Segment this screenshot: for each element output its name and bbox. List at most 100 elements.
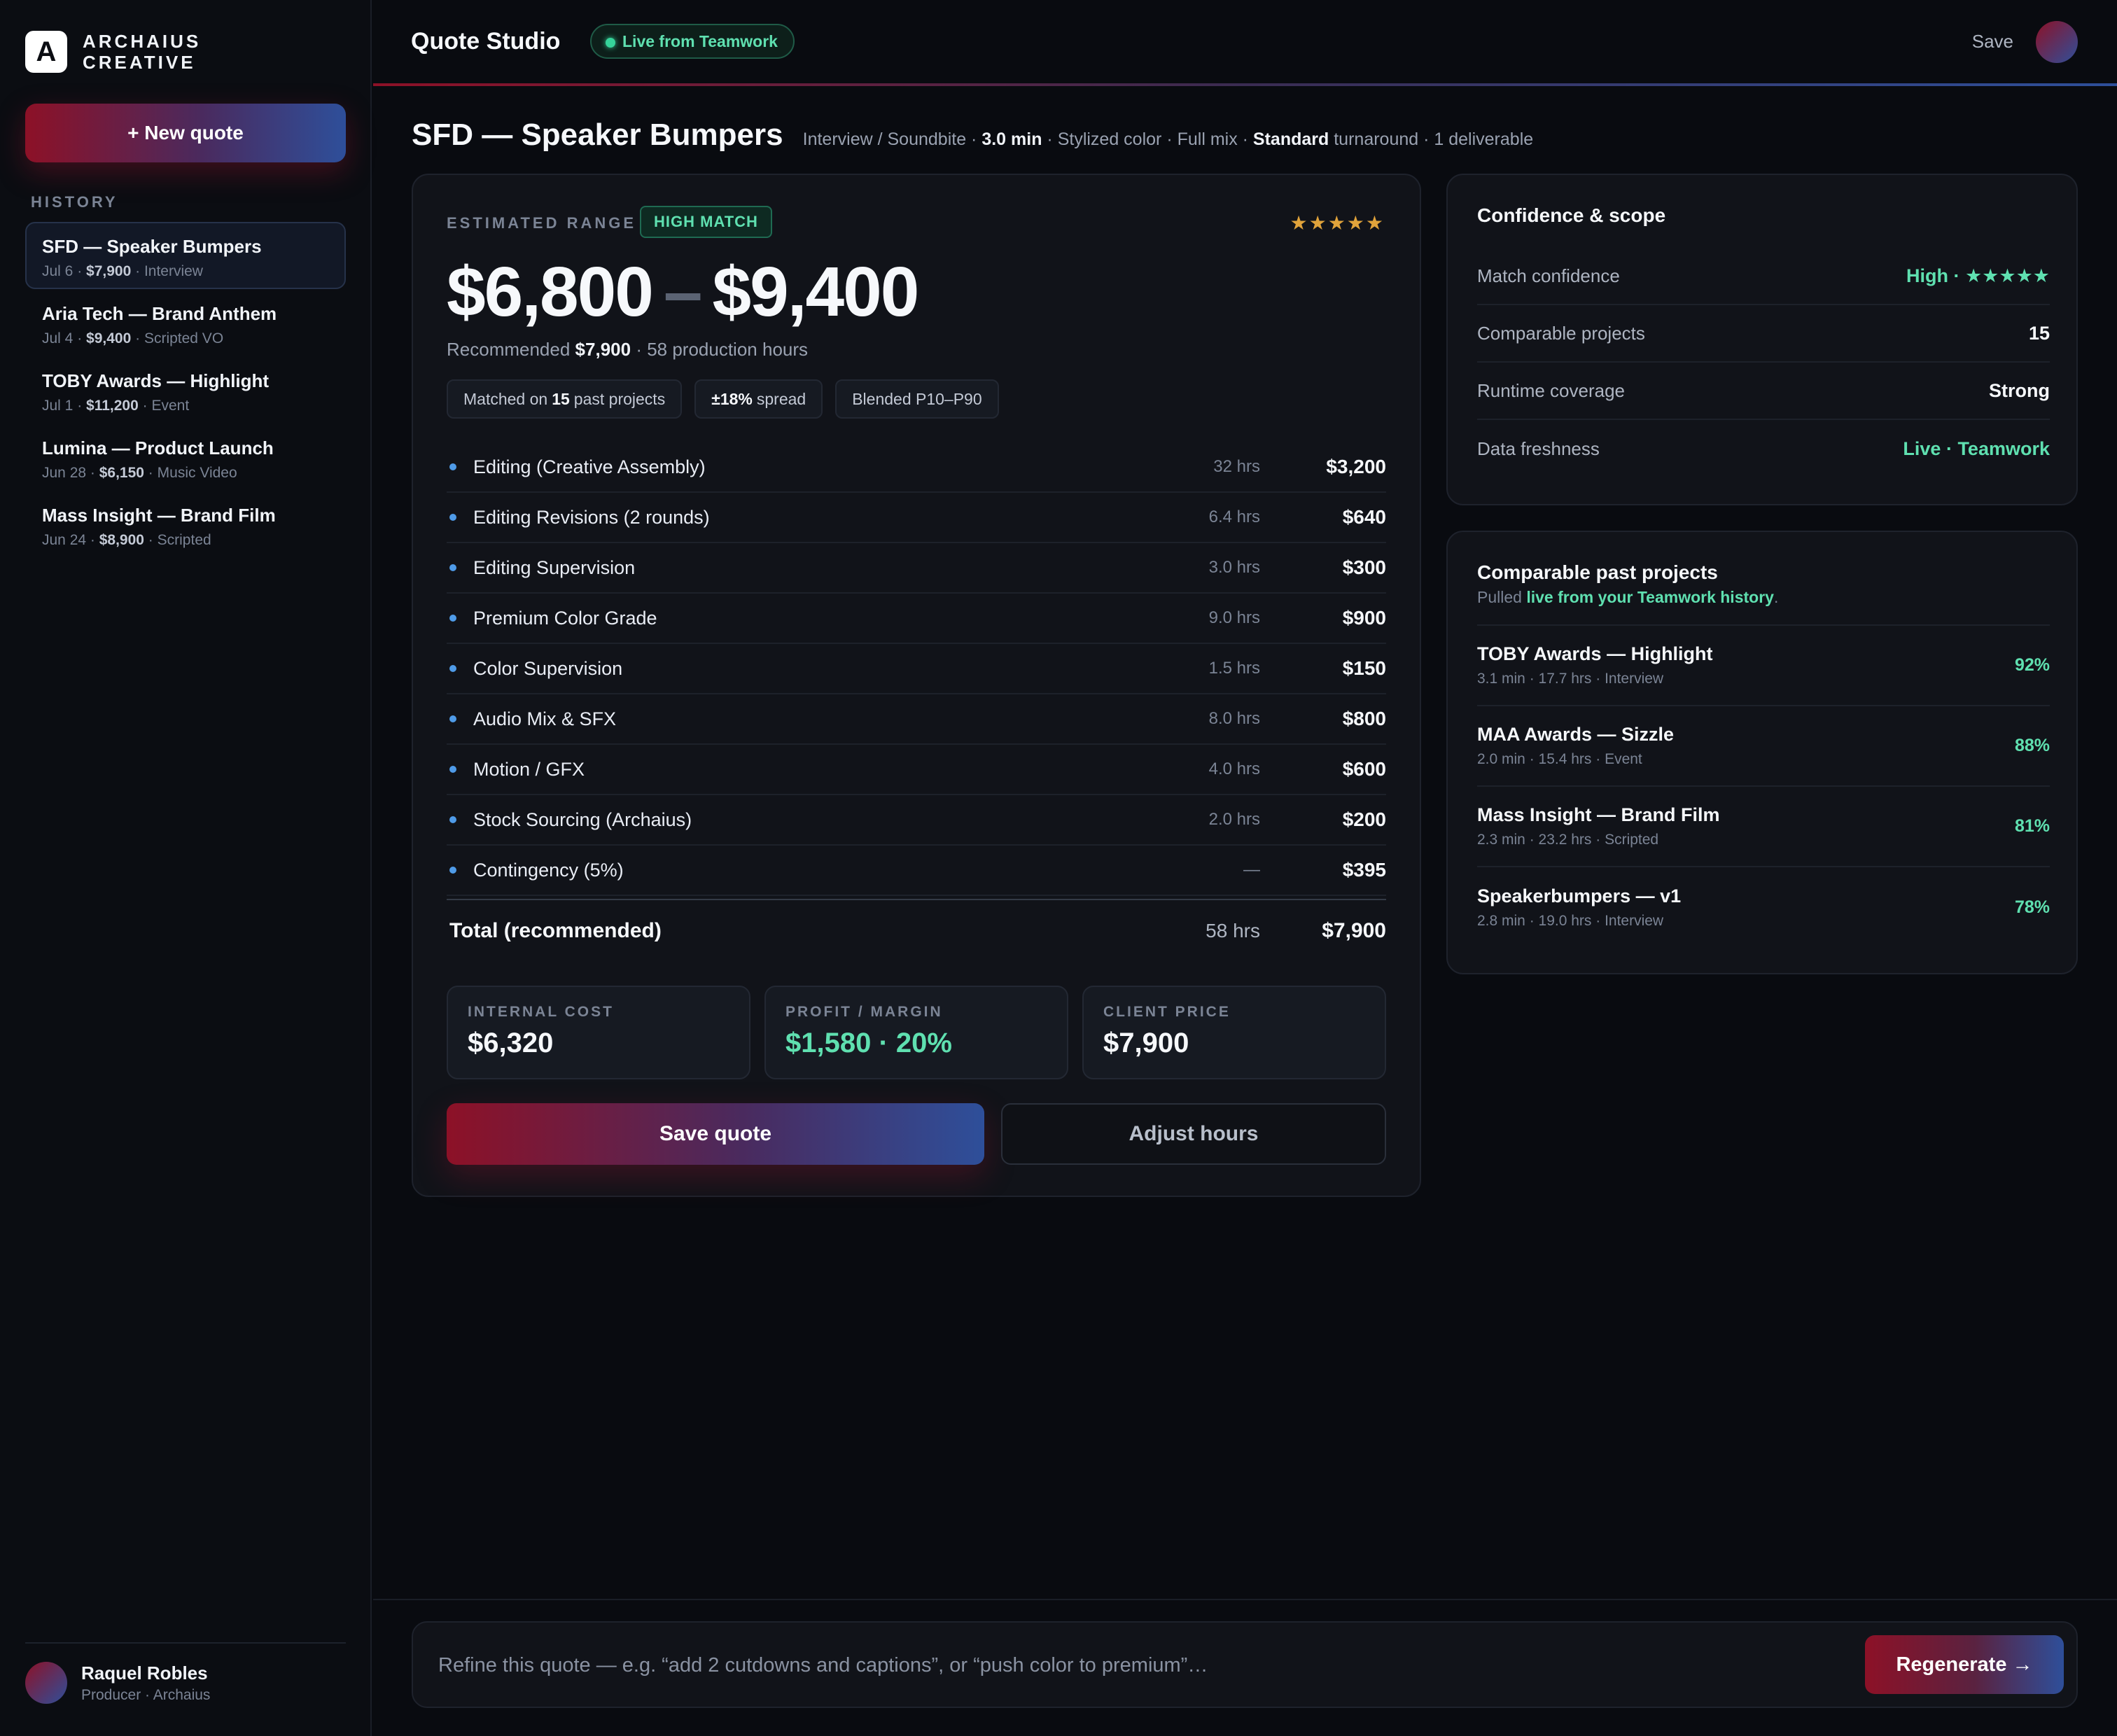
comparable-meta: 2.8 min · 19.0 hrs · Interview xyxy=(1477,913,1664,929)
history-item[interactable]: Aria Tech — Brand Anthem Jul 4 · $9,400 ·… xyxy=(25,289,346,356)
history-item-meta: Jul 1 · $11,200 · Event xyxy=(42,398,190,414)
line-item-hours: 32 hrs xyxy=(1213,457,1260,476)
comparable-score: 78% xyxy=(2014,897,2050,917)
line-item-amount: $150 xyxy=(1342,657,1386,679)
bullet-icon xyxy=(449,766,456,773)
project-header: SFD — Speaker Bumpers Interview / Soundb… xyxy=(412,118,1533,153)
project-title: SFD — Speaker Bumpers xyxy=(412,118,783,152)
user-name: Raquel Robles xyxy=(81,1662,208,1684)
brand-logo: A xyxy=(25,31,67,73)
comparable-score: 81% xyxy=(2014,816,2050,836)
line-item[interactable]: Premium Color Grade 9.0 hrs $900 xyxy=(447,594,1386,644)
profit-margin-metric: PROFIT / MARGIN $1,580 · 20% xyxy=(764,986,1068,1079)
line-item-amount: $300 xyxy=(1342,556,1386,578)
history-item[interactable]: Mass Insight — Brand Film Jun 24 · $8,900… xyxy=(25,491,346,558)
confidence-key: Match confidence xyxy=(1477,265,1620,286)
teamwork-history-link[interactable]: live from your Teamwork history xyxy=(1526,588,1774,606)
comparables-title: Comparable past projects xyxy=(1477,561,1718,583)
confidence-key: Comparable projects xyxy=(1477,322,1645,344)
line-item[interactable]: Color Supervision 1.5 hrs $150 xyxy=(447,644,1386,694)
confidence-value: High · ★★★★★ xyxy=(1906,265,2050,286)
history-item-meta: Jul 6 · $7,900 · Interview xyxy=(42,263,203,279)
line-item-name: Audio Mix & SFX xyxy=(473,708,617,729)
sidebar-divider xyxy=(25,1642,346,1644)
line-item[interactable]: Audio Mix & SFX 8.0 hrs $800 xyxy=(447,694,1386,745)
client-price-metric: CLIENT PRICE $7,900 xyxy=(1082,986,1386,1079)
bullet-icon xyxy=(449,463,456,470)
comparable-meta: 2.0 min · 15.4 hrs · Event xyxy=(1477,751,1642,767)
comparables-card: Comparable past projects Pulled live fro… xyxy=(1446,531,2078,974)
bullet-icon xyxy=(449,867,456,874)
line-item-hours: 3.0 hrs xyxy=(1208,558,1260,577)
estimated-range-label: ESTIMATED RANGE xyxy=(447,214,637,232)
user-role: Producer · Archaius xyxy=(81,1686,211,1703)
bottom-divider xyxy=(373,1599,2117,1600)
comparable-meta: 3.1 min · 17.7 hrs · Interview xyxy=(1477,671,1664,687)
user-profile[interactable]: Raquel Robles Producer · Archaius xyxy=(25,1662,210,1704)
refine-input[interactable] xyxy=(438,1642,1866,1688)
bullet-icon xyxy=(449,665,456,672)
line-item[interactable]: Editing Supervision 3.0 hrs $300 xyxy=(447,543,1386,594)
confidence-card: Confidence & scope Match confidence High … xyxy=(1446,174,2078,505)
history-item[interactable]: Lumina — Product Launch Jun 28 · $6,150 ·… xyxy=(25,424,346,491)
line-item[interactable]: Stock Sourcing (Archaius) 2.0 hrs $200 xyxy=(447,795,1386,846)
bullet-icon xyxy=(449,615,456,622)
save-quote-button[interactable]: Save quote xyxy=(447,1103,984,1165)
line-item-amount: $200 xyxy=(1342,808,1386,830)
comparable-project[interactable]: Speakerbumpers — v1 2.8 min · 19.0 hrs · … xyxy=(1477,867,2050,948)
history-item[interactable]: SFD — Speaker Bumpers Jul 6 · $7,900 · In… xyxy=(25,222,346,289)
confidence-value: Strong xyxy=(1989,379,2050,401)
sidebar: A ARCHAIUS CREATIVE + New quote HISTORY … xyxy=(0,0,372,1736)
line-item[interactable]: Contingency (5%) — $395 xyxy=(447,846,1386,896)
comparable-project[interactable]: Mass Insight — Brand Film 2.3 min · 23.2 … xyxy=(1477,787,2050,867)
line-item-amount: $800 xyxy=(1342,708,1386,729)
matched-projects-chip: Matched on 15 past projects xyxy=(447,379,683,419)
line-item-name: Premium Color Grade xyxy=(473,607,657,629)
history-item-meta: Jul 4 · $9,400 · Scripted VO xyxy=(42,330,224,346)
line-item-hours: — xyxy=(1243,860,1260,879)
header-avatar[interactable] xyxy=(2036,21,2078,63)
confidence-row: Runtime coverage Strong xyxy=(1477,363,2050,420)
line-item-hours: 9.0 hrs xyxy=(1208,608,1260,627)
brand-name: ARCHAIUS CREATIVE xyxy=(83,31,202,73)
total-label: Total (recommended) xyxy=(449,919,662,942)
total-row: Total (recommended) 58 hrs $7,900 xyxy=(447,899,1386,962)
adjust-hours-button[interactable]: Adjust hours xyxy=(1001,1103,1386,1165)
new-quote-button[interactable]: + New quote xyxy=(25,104,346,162)
line-item-hours: 1.5 hrs xyxy=(1208,659,1260,678)
line-item-name: Motion / GFX xyxy=(473,758,585,780)
comparable-project[interactable]: TOBY Awards — Highlight 3.1 min · 17.7 hr… xyxy=(1477,626,2050,706)
confidence-row: Data freshness Live · Teamwork xyxy=(1477,420,2050,477)
line-item[interactable]: Editing Revisions (2 rounds) 6.4 hrs $640 xyxy=(447,493,1386,543)
bullet-icon xyxy=(449,514,456,521)
blend-chip: Blended P10–P90 xyxy=(835,379,999,419)
confidence-value: 15 xyxy=(2028,322,2050,344)
line-item-amount: $3,200 xyxy=(1326,456,1386,477)
bullet-icon xyxy=(449,816,456,823)
line-item-name: Stock Sourcing (Archaius) xyxy=(473,808,692,830)
line-items: Editing (Creative Assembly) 32 hrs $3,200 E… xyxy=(447,442,1386,962)
total-hours: 58 hrs xyxy=(1206,920,1260,941)
history-item-meta: Jun 24 · $8,900 · Scripted xyxy=(42,532,211,548)
estimate-chips: Matched on 15 past projects ±18% spread … xyxy=(447,379,1012,419)
comparable-project[interactable]: MAA Awards — Sizzle 2.0 min · 15.4 hrs · … xyxy=(1477,706,2050,787)
live-dot-icon xyxy=(606,38,615,48)
brand[interactable]: A ARCHAIUS CREATIVE xyxy=(25,31,201,73)
comparable-meta: 2.3 min · 23.2 hrs · Scripted xyxy=(1477,832,1659,848)
comparable-name: TOBY Awards — Highlight xyxy=(1477,643,1713,664)
confidence-row: Comparable projects 15 xyxy=(1477,305,2050,363)
line-item-name: Color Supervision xyxy=(473,657,623,679)
line-item[interactable]: Motion / GFX 4.0 hrs $600 xyxy=(447,745,1386,795)
regenerate-button[interactable]: Regenerate → xyxy=(1865,1635,2064,1694)
cost-metrics: INTERNAL COST $6,320 PROFIT / MARGIN $1,… xyxy=(447,986,1386,1079)
bullet-icon xyxy=(449,564,456,571)
confidence-title: Confidence & scope xyxy=(1477,204,1666,226)
line-item[interactable]: Editing (Creative Assembly) 32 hrs $3,200 xyxy=(447,442,1386,493)
live-status-badge: Live from Teamwork xyxy=(590,24,795,59)
confidence-row: Match confidence High · ★★★★★ xyxy=(1477,248,2050,305)
save-button[interactable]: Save xyxy=(1972,31,2013,52)
line-item-amount: $395 xyxy=(1342,859,1386,881)
confidence-rows: Match confidence High · ★★★★★ Comparable p… xyxy=(1477,248,2050,477)
history-item[interactable]: TOBY Awards — Highlight Jul 1 · $11,200 ·… xyxy=(25,356,346,424)
line-item-amount: $900 xyxy=(1342,607,1386,629)
